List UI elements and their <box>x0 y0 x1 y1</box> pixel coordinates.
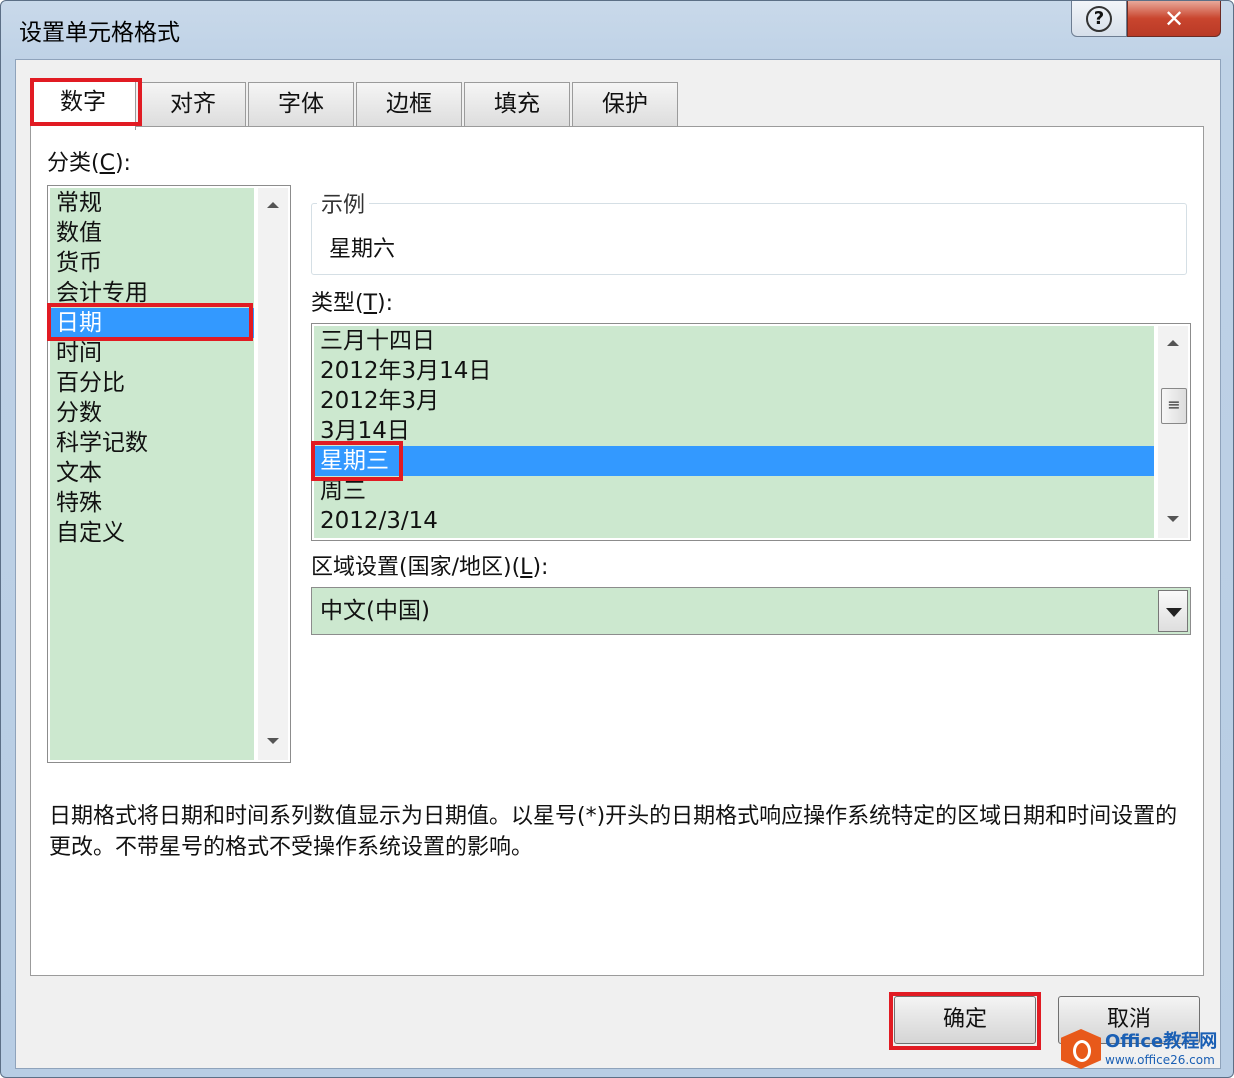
tab-number[interactable]: 数字 <box>30 80 136 130</box>
locale-select[interactable]: 中文(中国) <box>311 587 1191 635</box>
dialog-title: 设置单元格格式 <box>19 20 180 46</box>
list-item[interactable]: 周三 <box>314 476 1154 506</box>
watermark-title: Office教程网 <box>1105 1031 1218 1052</box>
list-item[interactable]: 三月十四日 <box>314 326 1154 356</box>
sample-groupbox <box>311 203 1187 275</box>
tab-alignment[interactable]: 对齐 <box>140 82 246 128</box>
tab-protection[interactable]: 保护 <box>572 82 678 128</box>
list-item[interactable]: 科学记数 <box>50 428 254 458</box>
number-tab-panel: 分类(C): 常规 数值 货币 会计专用 日期 时间 百分比 分数 科学记数 文… <box>30 126 1204 976</box>
format-description: 日期格式将日期和时间系列数值显示为日期值。以星号(*)开头的日期格式响应操作系统… <box>49 804 1178 860</box>
list-item[interactable]: 2012年3月 <box>314 386 1154 416</box>
category-items: 常规 数值 货币 会计专用 日期 时间 百分比 分数 科学记数 文本 特殊 自定… <box>50 188 254 760</box>
sample-value: 星期六 <box>329 237 396 262</box>
caption-buttons: ? ✕ <box>1071 1 1221 41</box>
locale-value: 中文(中国) <box>320 598 430 624</box>
category-label: 分类(C): <box>47 151 131 176</box>
close-x-icon: ✕ <box>1163 4 1185 33</box>
list-item[interactable]: 2012/3/14 <box>314 506 1154 536</box>
locale-dropdown-button[interactable] <box>1158 590 1188 632</box>
list-item[interactable]: 货币 <box>50 248 254 278</box>
type-items: 三月十四日 2012年3月14日 2012年3月 3月14日 星期三 周三 20… <box>314 326 1154 538</box>
scroll-up-icon[interactable] <box>267 202 279 208</box>
list-item[interactable]: 分数 <box>50 398 254 428</box>
list-item[interactable]: 常规 <box>50 188 254 218</box>
scroll-up-icon[interactable] <box>1167 340 1179 346</box>
type-list[interactable]: 三月十四日 2012年3月14日 2012年3月 3月14日 星期三 周三 20… <box>311 323 1191 541</box>
list-item[interactable]: 特殊 <box>50 488 254 518</box>
list-item[interactable]: 数值 <box>50 218 254 248</box>
list-item[interactable]: 时间 <box>50 338 254 368</box>
office-logo-icon <box>1061 1029 1101 1069</box>
ok-button[interactable]: 确定 <box>894 996 1036 1044</box>
question-mark-icon: ? <box>1086 5 1112 32</box>
list-item[interactable]: 2012年3月14日 <box>314 356 1154 386</box>
tab-font[interactable]: 字体 <box>248 82 354 128</box>
list-item[interactable]: 文本 <box>50 458 254 488</box>
locale-label: 区域设置(国家/地区)(L): <box>311 555 549 580</box>
list-item-selected[interactable]: 日期 <box>50 308 254 338</box>
help-button[interactable]: ? <box>1071 1 1127 37</box>
list-item[interactable]: 3月14日 <box>314 416 1154 446</box>
tab-fill[interactable]: 填充 <box>464 82 570 128</box>
sample-legend: 示例 <box>317 187 370 219</box>
scroll-down-icon[interactable] <box>1167 516 1179 522</box>
chevron-down-icon <box>1166 608 1182 617</box>
site-watermark: Office教程网 www.office26.com <box>1061 1027 1223 1073</box>
scroll-down-icon[interactable] <box>267 738 279 744</box>
dialog-client-area: 数字 对齐 字体 边框 填充 保护 分类(C): 常规 数值 货币 会计专用 日… <box>15 59 1221 1069</box>
type-scrollbar[interactable]: ≡ <box>1158 326 1188 538</box>
format-cells-dialog: 设置单元格格式 ? ✕ 数字 对齐 字体 边框 填充 保护 分类(C): 常规 … <box>0 0 1234 1078</box>
list-item[interactable]: 会计专用 <box>50 278 254 308</box>
list-item-selected[interactable]: 星期三 <box>314 446 1154 476</box>
list-item[interactable]: 自定义 <box>50 518 254 548</box>
list-item[interactable]: 百分比 <box>50 368 254 398</box>
watermark-url: www.office26.com <box>1105 1053 1215 1067</box>
tab-border[interactable]: 边框 <box>356 82 462 128</box>
scroll-thumb[interactable]: ≡ <box>1161 388 1187 424</box>
type-label: 类型(T): <box>311 291 394 316</box>
category-list[interactable]: 常规 数值 货币 会计专用 日期 时间 百分比 分数 科学记数 文本 特殊 自定… <box>47 185 291 763</box>
category-scrollbar[interactable] <box>258 188 288 760</box>
close-button[interactable]: ✕ <box>1127 1 1221 37</box>
